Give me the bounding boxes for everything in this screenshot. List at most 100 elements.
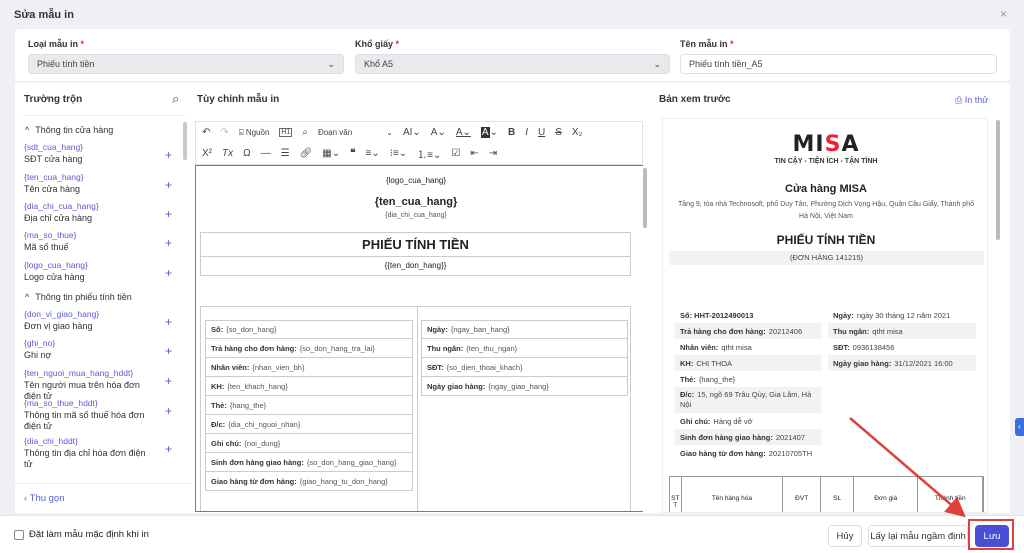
row-value: CHỊ THOA: [696, 358, 733, 368]
subscript-icon[interactable]: X₂: [572, 127, 583, 138]
divider: [23, 115, 185, 116]
annotation-arrow: [849, 417, 966, 518]
strikethrough-icon[interactable]: S: [555, 127, 562, 138]
collapse-label: Thu gọn: [29, 493, 65, 504]
merge-field-item[interactable]: {sdt_cua_hang} SĐT cửa hàng +: [24, 142, 184, 165]
checkbox-label: Đặt làm mẫu mặc định khi in: [29, 529, 149, 540]
row-value: {so_dien_thoai_khach}: [446, 362, 523, 372]
side-panel-toggle[interactable]: ‹: [1015, 418, 1024, 436]
row-value: qtht misa: [872, 326, 903, 336]
default-checkbox[interactable]: Đặt làm mẫu mặc định khi in: [14, 529, 149, 540]
doc-title: PHIẾU TÍNH TIỀN: [201, 233, 630, 257]
row-label: SĐT:: [833, 342, 850, 352]
add-field-icon[interactable]: +: [165, 374, 172, 388]
print-test-button[interactable]: ⎙ In thử: [955, 95, 988, 106]
bullet-list-icon[interactable]: ⁝≡⌄: [390, 148, 407, 159]
source-label: Nguồn: [245, 127, 270, 137]
add-field-icon[interactable]: +: [165, 207, 172, 221]
add-field-icon[interactable]: +: [165, 178, 172, 192]
add-field-icon[interactable]: +: [165, 315, 172, 329]
preview-scrollbar[interactable]: [996, 120, 1000, 240]
add-field-icon[interactable]: +: [165, 236, 172, 250]
table-icon[interactable]: ▦⌄: [322, 148, 340, 159]
numbered-list-icon[interactable]: ⒈≡⌄: [417, 146, 441, 161]
template-name-input[interactable]: Phiếu tính tiền_A5: [680, 54, 997, 74]
group-header-store[interactable]: ^ Thông tin cửa hàng: [25, 125, 113, 135]
preview-row: Giao hàng từ đơn hàng: 20210705TH: [675, 445, 821, 461]
format-select[interactable]: Đoạn văn ⌄: [318, 128, 393, 137]
font-size-icon[interactable]: AI⌄: [403, 127, 421, 138]
row-label: Ngày giao hàng:: [833, 358, 892, 368]
editor-scrollbar[interactable]: [643, 168, 647, 228]
add-field-icon[interactable]: +: [165, 404, 172, 418]
merge-field-item[interactable]: {ghi_no} Ghi nợ +: [24, 338, 184, 361]
info-row: Ngày giao hàng: {ngay_giao_hang}: [421, 377, 628, 396]
info-row: Ghi chú: {noi_dung}: [205, 434, 413, 453]
merge-field-item[interactable]: {ten_nguoi_mua_hang_hddt} Tên người mua t…: [24, 368, 184, 402]
table-header-cell: ĐVT: [783, 477, 822, 512]
font-color-icon[interactable]: A⌄: [456, 127, 471, 138]
merge-field-item[interactable]: {dia_chi_cua_hang} Địa chỉ cửa hàng +: [24, 201, 184, 224]
required-mark: *: [730, 39, 734, 49]
source-button[interactable]: ⌸ Nguồn: [239, 128, 270, 138]
dialog-title: Sửa mẫu in: [14, 9, 74, 21]
close-icon[interactable]: ×: [1000, 7, 1007, 21]
link-icon[interactable]: 🔗︎: [300, 148, 313, 159]
quote-icon[interactable]: ❝: [350, 148, 355, 159]
highlight-icon[interactable]: A⌄: [480, 127, 498, 138]
add-field-icon[interactable]: +: [165, 148, 172, 162]
template-settings: Loại mẫu in * Phiếu tính tiền ⌄ Khổ giấy …: [15, 29, 1010, 81]
print-type-select[interactable]: Phiếu tính tiền ⌄: [28, 54, 344, 74]
field-code: {ma_so_thue}: [24, 230, 77, 240]
print-type-label: Loại mẫu in *: [28, 39, 84, 49]
row-value: 0936138456: [852, 342, 895, 352]
italic-icon[interactable]: I: [525, 127, 528, 138]
merge-field-item[interactable]: {ma_so_thue} Mã số thuế +: [24, 230, 184, 253]
bold-icon[interactable]: B: [508, 127, 515, 138]
find-icon[interactable]: ⌕: [302, 127, 308, 138]
collapse-button[interactable]: ‹ Thu gọn: [24, 493, 65, 504]
indent-icon[interactable]: ⇥: [489, 148, 497, 159]
chevron-down-icon: ⌄: [327, 58, 335, 69]
redo-icon[interactable]: ↷: [220, 127, 228, 138]
clear-format-icon[interactable]: Tx: [222, 148, 233, 159]
special-char-icon[interactable]: Ω: [243, 148, 250, 159]
search-icon[interactable]: ⌕: [172, 91, 179, 107]
undo-icon[interactable]: ↶: [202, 127, 210, 138]
paper-size-select[interactable]: Khổ A5 ⌄: [355, 54, 670, 74]
field-name: Thông tin mã số thuế hóa đơn điện tử: [24, 410, 145, 431]
input-value: Phiếu tính tiền_A5: [689, 59, 763, 69]
preview-row: Đ/c: 15, ngõ 69 Trâu Qùy, Gia Lâm, Hà Nội: [675, 387, 821, 413]
editor-content[interactable]: {logo_cua_hang} {ten_cua_hang} {dia_chi_…: [195, 165, 643, 512]
heading-icon[interactable]: H1: [279, 128, 293, 137]
required-mark: *: [395, 39, 400, 49]
group-label: Thông tin cửa hàng: [35, 125, 114, 135]
merge-field-item[interactable]: {ma_so_thue_hddt} Thông tin mã số thuế hó…: [24, 398, 184, 432]
align-icon[interactable]: ≡⌄: [365, 148, 379, 159]
merge-field-item[interactable]: {logo_cua_hang} Logo cửa hàng +: [24, 260, 184, 283]
merge-field-item[interactable]: {dia_chi_hddt} Thông tin địa chỉ hóa đơn …: [24, 436, 184, 470]
preview-row: Ngày giao hàng: 31/12/2021 16:00: [828, 355, 976, 371]
group-header-receipt[interactable]: ^ Thông tin phiếu tính tiền: [25, 292, 132, 302]
row-value: {ngay_giao_hang}: [488, 381, 549, 391]
checkbox[interactable]: [14, 529, 24, 540]
font-family-icon[interactable]: A⌄: [431, 127, 446, 138]
superscript-icon[interactable]: X²: [202, 148, 212, 159]
underline-icon[interactable]: U: [538, 127, 545, 138]
store-name: Cửa hàng MISA: [785, 183, 867, 195]
row-label: Thu ngân:: [427, 343, 464, 353]
field-name: Ghi nợ: [24, 350, 52, 360]
outdent-icon[interactable]: ⇤: [470, 148, 478, 159]
todo-list-icon[interactable]: ☑: [451, 148, 460, 159]
add-field-icon[interactable]: +: [165, 266, 172, 280]
misa-logo: MISA TIN CẬY - TIỆN ÍCH - TẬN TÌNH: [663, 133, 987, 166]
required-mark: *: [80, 39, 85, 49]
merge-field-item[interactable]: {don_vi_giao_hang} Đơn vị giao hàng +: [24, 309, 184, 332]
add-field-icon[interactable]: +: [165, 344, 172, 358]
preview-row: SĐT: 0936138456: [828, 339, 976, 355]
add-field-icon[interactable]: +: [165, 442, 172, 456]
page-break-icon[interactable]: ☰: [281, 148, 290, 159]
merge-field-item[interactable]: {ten_cua_hang} Tên cửa hàng +: [24, 172, 184, 195]
preview-row: Ghi chú: Hàng dễ vỡ: [675, 413, 821, 429]
horizontal-line-icon[interactable]: —: [261, 148, 271, 159]
